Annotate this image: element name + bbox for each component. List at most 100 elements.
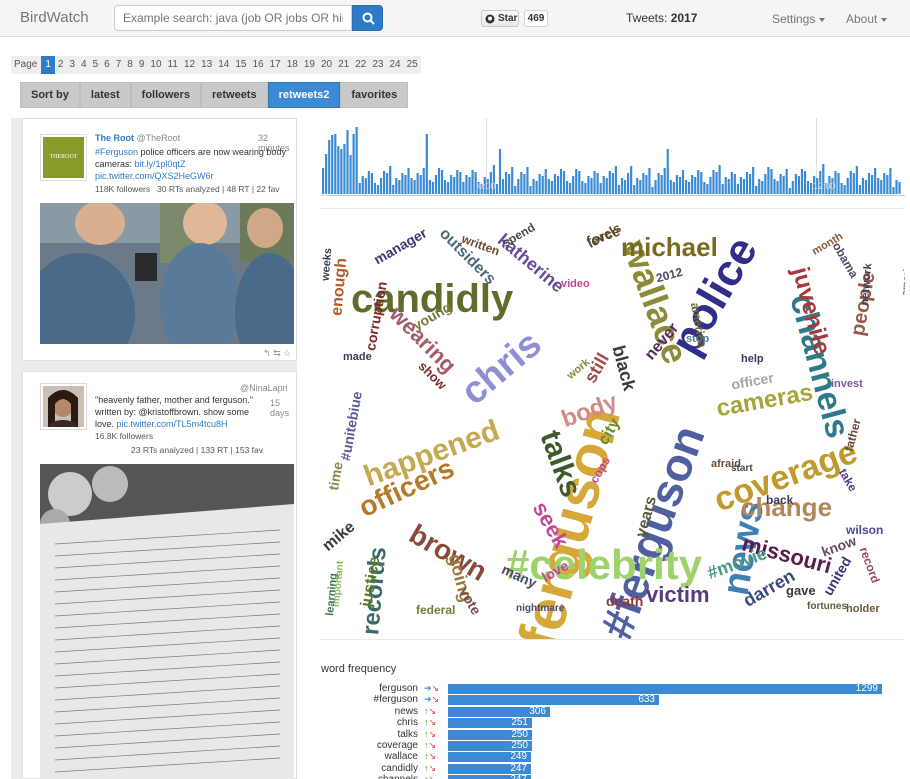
sort-option-followers[interactable]: followers bbox=[130, 82, 201, 108]
hashtag-link[interactable]: #Ferguson bbox=[95, 147, 138, 157]
page-link[interactable]: 10 bbox=[147, 56, 164, 74]
histogram-bar bbox=[379, 178, 383, 194]
page-link[interactable]: 8 bbox=[124, 56, 136, 74]
cloud-word[interactable]: chris bbox=[453, 323, 550, 414]
cloud-word[interactable]: obama bbox=[830, 240, 861, 281]
avatar[interactable] bbox=[40, 383, 87, 436]
page-link[interactable]: 4 bbox=[78, 56, 90, 74]
word-frequency-row[interactable]: channels ↑↘ 247 bbox=[321, 774, 905, 779]
page-link[interactable]: 5 bbox=[90, 56, 102, 74]
github-star-button[interactable]: Star bbox=[481, 10, 519, 27]
cloud-word[interactable]: record bbox=[857, 545, 883, 585]
cloud-word[interactable]: american bbox=[900, 252, 905, 297]
page-link[interactable]: 20 bbox=[318, 56, 335, 74]
cloud-word[interactable]: #unitebiue bbox=[337, 390, 365, 462]
brand-logo[interactable]: BirdWatch bbox=[20, 9, 89, 26]
page-link[interactable]: 22 bbox=[352, 56, 369, 74]
page-link[interactable]: 1 bbox=[41, 56, 55, 74]
tweet-link[interactable]: bit.ly/1pl0qtZ bbox=[135, 159, 186, 169]
word-frequency-row[interactable]: wallace ↑↘ 249 bbox=[321, 751, 905, 763]
page-link[interactable]: 15 bbox=[232, 56, 249, 74]
cloud-word[interactable]: fortunes bbox=[807, 602, 847, 612]
sort-option-retweets2[interactable]: retweets2 bbox=[267, 82, 341, 108]
cloud-word[interactable]: time bbox=[325, 460, 346, 491]
cloud-word[interactable]: federal bbox=[416, 604, 455, 616]
tweet-author[interactable]: @NinaLapri bbox=[240, 383, 288, 393]
tweet-photo[interactable] bbox=[40, 203, 294, 344]
search-button[interactable] bbox=[352, 5, 383, 31]
cloud-word[interactable]: back bbox=[766, 494, 793, 506]
pic-link[interactable]: pic.twitter.com/QXS2HeGW6r bbox=[95, 171, 214, 181]
page-link[interactable]: 19 bbox=[301, 56, 318, 74]
star-count[interactable]: 469 bbox=[524, 10, 548, 27]
page-link[interactable]: 9 bbox=[136, 56, 148, 74]
cloud-word[interactable]: brown bbox=[404, 518, 492, 587]
page-link[interactable]: 25 bbox=[404, 56, 421, 74]
word-frequency-row[interactable]: news ↑↘ 306 bbox=[321, 706, 905, 717]
sort-option-latest[interactable]: latest bbox=[79, 82, 131, 108]
search-input[interactable] bbox=[114, 5, 352, 31]
page-link[interactable]: 14 bbox=[215, 56, 232, 74]
tweet-photo[interactable] bbox=[40, 464, 294, 779]
retweet-icon[interactable]: ⇆ bbox=[273, 348, 281, 358]
cloud-word[interactable]: nightmare bbox=[516, 604, 564, 614]
page-link[interactable]: 3 bbox=[66, 56, 78, 74]
word-cloud[interactable]: ferguson #ferguson #celebrity candidly polic… bbox=[321, 208, 905, 640]
tweet-histogram[interactable]: 0:00 12:00 bbox=[321, 118, 905, 196]
cloud-word[interactable]: vote bbox=[456, 585, 484, 618]
cloud-word[interactable]: invest bbox=[831, 379, 863, 390]
page-link[interactable]: 18 bbox=[284, 56, 301, 74]
tweet-author[interactable]: The Root @TheRoot bbox=[95, 133, 180, 143]
histogram-bar bbox=[349, 155, 352, 194]
histogram-bar bbox=[843, 185, 846, 194]
word-frequency-row[interactable]: ferguson ➔↘ 1299 bbox=[321, 683, 905, 694]
page-link[interactable]: 2 bbox=[55, 56, 67, 74]
word-frequency-row[interactable]: candidly ↑↘ 247 bbox=[321, 763, 905, 774]
histogram-bar bbox=[688, 182, 691, 194]
sort-option-retweets[interactable]: retweets bbox=[200, 82, 268, 108]
histogram-bar bbox=[511, 167, 514, 194]
page-link[interactable]: 21 bbox=[335, 56, 352, 74]
cloud-word[interactable]: made bbox=[343, 352, 372, 363]
word-frequency-row[interactable]: coverage ↑↘ 250 bbox=[321, 740, 905, 751]
histogram-bar bbox=[422, 168, 425, 194]
word-frequency-row[interactable]: chris ↑↘ 251 bbox=[321, 717, 905, 729]
avatar[interactable]: THEROOT bbox=[40, 134, 87, 181]
about-menu[interactable]: About bbox=[846, 12, 888, 26]
histogram-bar bbox=[608, 171, 611, 194]
cloud-word[interactable]: important bbox=[331, 561, 346, 608]
tweet-text: #Ferguson police officers are now wearin… bbox=[95, 146, 295, 182]
cloud-word[interactable]: black bbox=[608, 343, 639, 393]
page-link[interactable]: 16 bbox=[249, 56, 266, 74]
page-link[interactable]: 7 bbox=[113, 56, 125, 74]
page-link[interactable]: 12 bbox=[181, 56, 198, 74]
page-link[interactable]: 17 bbox=[267, 56, 284, 74]
cloud-word[interactable]: manager bbox=[371, 224, 430, 267]
cloud-word[interactable]: michael bbox=[621, 234, 718, 260]
page-link[interactable]: 6 bbox=[101, 56, 113, 74]
page-link[interactable]: 24 bbox=[386, 56, 403, 74]
sort-option-favorites[interactable]: favorites bbox=[340, 82, 409, 108]
cloud-word[interactable]: gave bbox=[786, 584, 816, 597]
cloud-word[interactable]: help bbox=[741, 354, 764, 365]
cloud-word[interactable]: start bbox=[731, 464, 753, 474]
favorite-icon[interactable]: ☆ bbox=[283, 348, 291, 358]
cloud-word[interactable]: video bbox=[561, 279, 590, 290]
histogram-bar bbox=[556, 176, 560, 194]
word-frequency-row[interactable]: talks ↑↘ 250 bbox=[321, 729, 905, 740]
cloud-word[interactable]: death bbox=[606, 594, 643, 608]
reply-icon[interactable]: ↰ bbox=[263, 348, 271, 358]
cloud-word[interactable]: holder bbox=[846, 604, 880, 615]
settings-menu[interactable]: Settings bbox=[772, 12, 826, 26]
histogram-bar bbox=[584, 183, 587, 194]
cloud-word[interactable]: mike bbox=[321, 518, 358, 554]
pic-link[interactable]: pic.twitter.com/TL5m4tcu8H bbox=[117, 419, 228, 429]
word-frequency-row[interactable]: #ferguson ➔↘ 633 bbox=[321, 694, 905, 706]
histogram-bar bbox=[639, 180, 642, 194]
page-link[interactable]: 11 bbox=[165, 56, 181, 74]
cloud-word[interactable]: victim bbox=[646, 584, 710, 606]
page-link[interactable]: 13 bbox=[198, 56, 215, 74]
histogram-bar bbox=[440, 170, 444, 194]
tweet-list[interactable]: THEROOT The Root @TheRoot 32 minutes #Fe… bbox=[11, 118, 297, 779]
page-link[interactable]: 23 bbox=[369, 56, 386, 74]
